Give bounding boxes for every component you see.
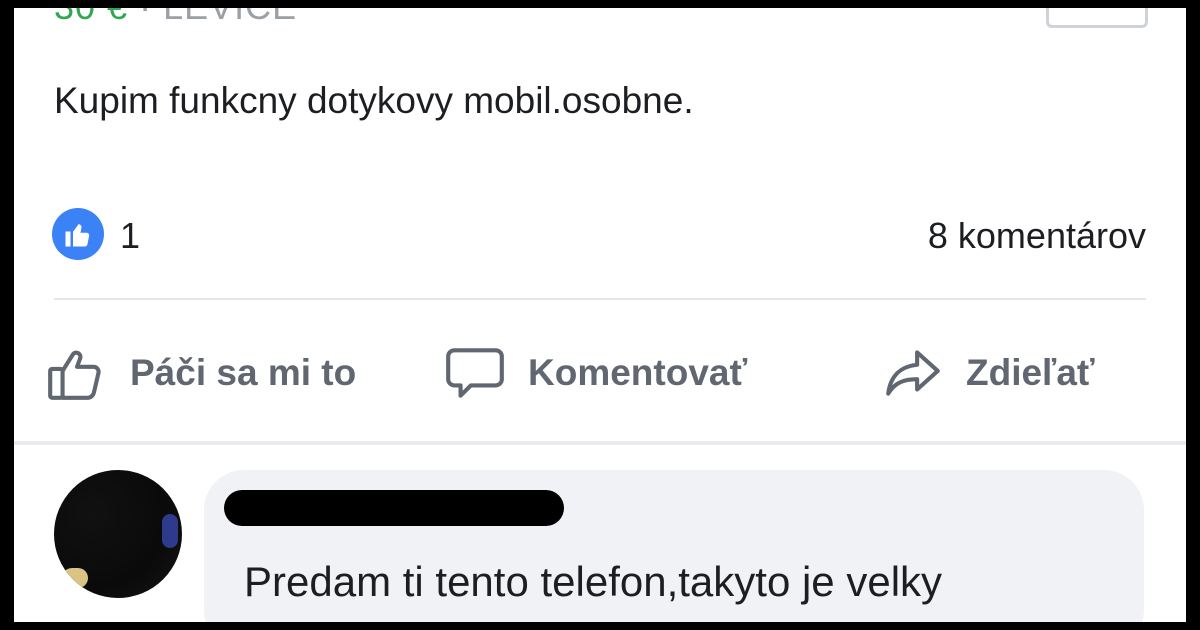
like-button-label: Páči sa mi to (130, 352, 357, 393)
comment-button[interactable]: Komentovať (442, 338, 747, 408)
like-count[interactable]: 1 (120, 215, 140, 257)
share-button[interactable]: Zdieľať (880, 338, 1095, 408)
share-arrow-icon (886, 350, 940, 396)
redacted-commenter-name (224, 490, 564, 526)
speech-bubble-icon (446, 348, 504, 398)
comment-text: Predam ti tento telefon,takyto je velky (244, 558, 943, 605)
comment-button-label: Komentovať (528, 352, 748, 393)
avatar-detail (162, 514, 178, 548)
listing-separator: · (128, 8, 163, 27)
listing-location: LEVICE (163, 8, 297, 27)
divider (54, 298, 1146, 300)
post-card: 30 € · LEVICE Kupim funkcny dotykovy mob… (14, 8, 1186, 622)
listing-price: 30 € (54, 8, 128, 27)
like-button[interactable]: Páči sa mi to (44, 338, 356, 408)
post-options-button[interactable] (1046, 8, 1148, 28)
comment-bubble: Predam ti tento telefon,takyto je velky (204, 470, 1144, 622)
avatar-detail (62, 568, 88, 588)
section-separator (14, 441, 1186, 445)
commenter-avatar[interactable] (54, 470, 182, 598)
comments-count[interactable]: 8 komentárov (928, 215, 1146, 257)
post-text: Kupim funkcny dotykovy mobil.osobne. (54, 80, 694, 121)
thumbs-up-outline-icon (48, 350, 101, 400)
thumbs-up-icon (65, 224, 90, 247)
like-reaction-badge[interactable] (52, 208, 104, 260)
listing-price-location: 30 € · LEVICE (54, 8, 297, 28)
share-button-label: Zdieľať (966, 352, 1095, 393)
